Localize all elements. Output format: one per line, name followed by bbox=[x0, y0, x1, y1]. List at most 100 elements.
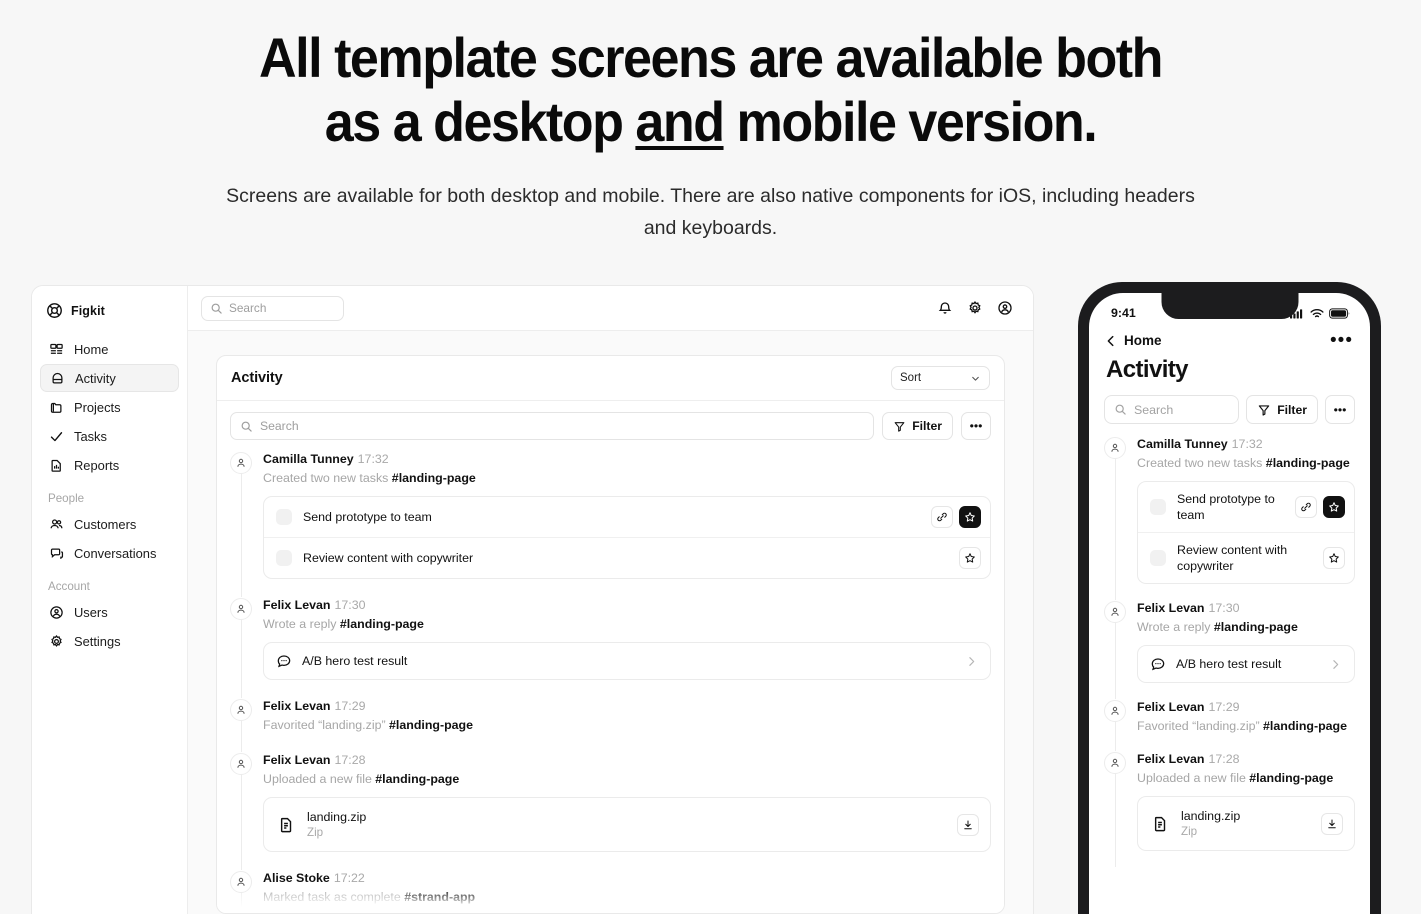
activity-tag[interactable]: #landing-page bbox=[1263, 719, 1347, 733]
activity-body: Felix Levan 17:28 Uploaded a new file #la… bbox=[263, 752, 991, 864]
sidebar-item-users[interactable]: Users bbox=[40, 598, 179, 626]
sidebar-item-customers[interactable]: Customers bbox=[40, 510, 179, 538]
file-row[interactable]: landing.zip Zip bbox=[1138, 797, 1354, 850]
task-checkbox[interactable] bbox=[276, 550, 292, 566]
task-row[interactable]: Send prototype to team bbox=[264, 497, 990, 537]
file-actions bbox=[957, 813, 979, 836]
mobile-nav-bar: Home ••• bbox=[1089, 327, 1370, 350]
activity-description-text: Uploaded a new file bbox=[263, 772, 376, 786]
activity-tag[interactable]: #landing-page bbox=[389, 718, 473, 732]
activity-tag[interactable]: #landing-page bbox=[375, 772, 459, 786]
mobile-more-options-button[interactable]: ••• bbox=[1325, 395, 1355, 424]
filter-icon bbox=[893, 420, 906, 433]
activity-body: Felix Levan 17:29 Favorited “landing.zip”… bbox=[1137, 699, 1355, 745]
task-checkbox[interactable] bbox=[1150, 550, 1166, 566]
activity-rail bbox=[230, 597, 252, 698]
sidebar-item-label: Users bbox=[74, 604, 108, 620]
sidebar-item-reports[interactable]: Reports bbox=[40, 451, 179, 479]
sidebar-item-conversations[interactable]: Conversations bbox=[40, 539, 179, 567]
sort-select-label: Sort bbox=[900, 372, 922, 384]
task-checkbox[interactable] bbox=[276, 509, 292, 525]
mobile-activity-feed[interactable]: Camilla Tunney 17:32 Created two new task… bbox=[1089, 436, 1370, 914]
avatar bbox=[1104, 437, 1126, 459]
activity-description-text: Favorited “landing.zip” bbox=[263, 718, 390, 732]
top-bar-actions bbox=[936, 300, 1013, 317]
link-button[interactable] bbox=[931, 506, 953, 528]
global-search-input[interactable]: Search bbox=[201, 295, 344, 321]
reply-row[interactable]: A/B hero test result bbox=[1138, 646, 1354, 682]
more-options-button[interactable]: ••• bbox=[961, 412, 991, 440]
task-label: Send prototype to team bbox=[303, 510, 432, 524]
activity-description: Wrote a reply #landing-page bbox=[263, 615, 991, 633]
account-icon[interactable] bbox=[996, 300, 1013, 317]
activity-tag[interactable]: #landing-page bbox=[1249, 771, 1333, 785]
download-button[interactable] bbox=[957, 813, 979, 836]
activity-item: Alise Stoke 17:22 Marked task as complete… bbox=[230, 870, 991, 913]
bell-icon[interactable] bbox=[936, 300, 953, 317]
activity-tag[interactable]: #landing-page bbox=[340, 617, 424, 631]
star-button[interactable] bbox=[1323, 496, 1345, 518]
global-search-placeholder: Search bbox=[229, 301, 267, 315]
activity-tag[interactable]: #landing-page bbox=[1214, 620, 1298, 634]
page-subtitle: Screens are available for both desktop a… bbox=[226, 185, 1195, 239]
star-button[interactable] bbox=[959, 506, 981, 528]
activity-tag[interactable]: #strand-app bbox=[404, 890, 475, 904]
sort-select[interactable]: Sort bbox=[891, 366, 990, 390]
activity-panel-title: Activity bbox=[231, 370, 283, 386]
filter-button[interactable]: Filter bbox=[882, 412, 953, 440]
device-notch bbox=[1161, 293, 1298, 319]
activity-rail bbox=[230, 870, 252, 913]
mobile-back-button[interactable]: Home bbox=[1104, 333, 1162, 348]
mobile-search-input[interactable]: Search bbox=[1104, 395, 1240, 424]
star-button[interactable] bbox=[959, 547, 981, 569]
star-button[interactable] bbox=[1323, 547, 1345, 569]
activity-tag[interactable]: #landing-page bbox=[392, 471, 476, 485]
activity-tag[interactable]: #landing-page bbox=[1266, 456, 1350, 470]
chevron-right-icon[interactable] bbox=[1329, 658, 1342, 671]
timeline-connector bbox=[241, 892, 242, 913]
brand-logo[interactable]: Figkit bbox=[40, 299, 179, 335]
task-row[interactable]: Review content with copywriter bbox=[264, 537, 990, 578]
sidebar-item-projects[interactable]: Projects bbox=[40, 393, 179, 421]
reply-card[interactable]: A/B hero test result bbox=[1137, 645, 1355, 683]
sidebar-item-label: Settings bbox=[74, 633, 121, 649]
gear-icon[interactable] bbox=[966, 300, 983, 317]
activity-meta: Felix Levan 17:28 bbox=[1137, 751, 1355, 768]
activity-feed[interactable]: Camilla Tunney 17:32 Created two new task… bbox=[217, 451, 1004, 913]
search-icon bbox=[1114, 403, 1127, 416]
activity-author: Felix Levan bbox=[1137, 752, 1205, 766]
file-icon bbox=[277, 816, 295, 834]
sidebar-item-settings[interactable]: Settings bbox=[40, 627, 179, 655]
activity-search-input[interactable]: Search bbox=[230, 412, 875, 440]
task-row[interactable]: Send prototype to team bbox=[1138, 482, 1354, 532]
activity-description: Wrote a reply #landing-page bbox=[1137, 618, 1355, 636]
sidebar-item-tasks[interactable]: Tasks bbox=[40, 422, 179, 450]
download-button[interactable] bbox=[1321, 812, 1343, 835]
mobile-more-button[interactable]: ••• bbox=[1330, 331, 1353, 350]
avatar bbox=[230, 452, 252, 474]
task-row[interactable]: Review content with copywriter bbox=[1138, 532, 1354, 583]
file-card: landing.zip Zip bbox=[1137, 796, 1355, 851]
activity-meta: Alise Stoke 17:22 bbox=[263, 870, 991, 887]
comment-icon bbox=[1150, 656, 1166, 672]
sidebar-item-label: Conversations bbox=[74, 545, 157, 561]
reply-row[interactable]: A/B hero test result bbox=[264, 643, 990, 679]
task-checkbox[interactable] bbox=[1150, 499, 1166, 515]
sidebar-item-home[interactable]: Home bbox=[40, 335, 179, 363]
activity-description: Marked task as complete #strand-app bbox=[263, 888, 991, 906]
chevron-right-icon[interactable] bbox=[965, 655, 978, 668]
reply-card[interactable]: A/B hero test result bbox=[263, 642, 991, 680]
task-actions bbox=[1295, 496, 1345, 518]
activity-description: Uploaded a new file #landing-page bbox=[263, 770, 991, 788]
activity-description-text: Marked task as complete bbox=[263, 890, 405, 904]
activity-body: Felix Levan 17:29 Favorited “landing.zip”… bbox=[263, 698, 991, 746]
link-button[interactable] bbox=[1295, 496, 1317, 518]
file-row[interactable]: landing.zip Zip bbox=[264, 798, 990, 851]
avatar bbox=[230, 699, 252, 721]
filter-icon bbox=[1257, 403, 1271, 417]
activity-meta: Camilla Tunney 17:32 bbox=[263, 451, 991, 468]
sidebar-item-activity[interactable]: Activity bbox=[40, 364, 179, 392]
avatar bbox=[1104, 752, 1126, 774]
activity-author: Felix Levan bbox=[1137, 601, 1205, 615]
mobile-filter-button[interactable]: Filter bbox=[1246, 395, 1318, 424]
